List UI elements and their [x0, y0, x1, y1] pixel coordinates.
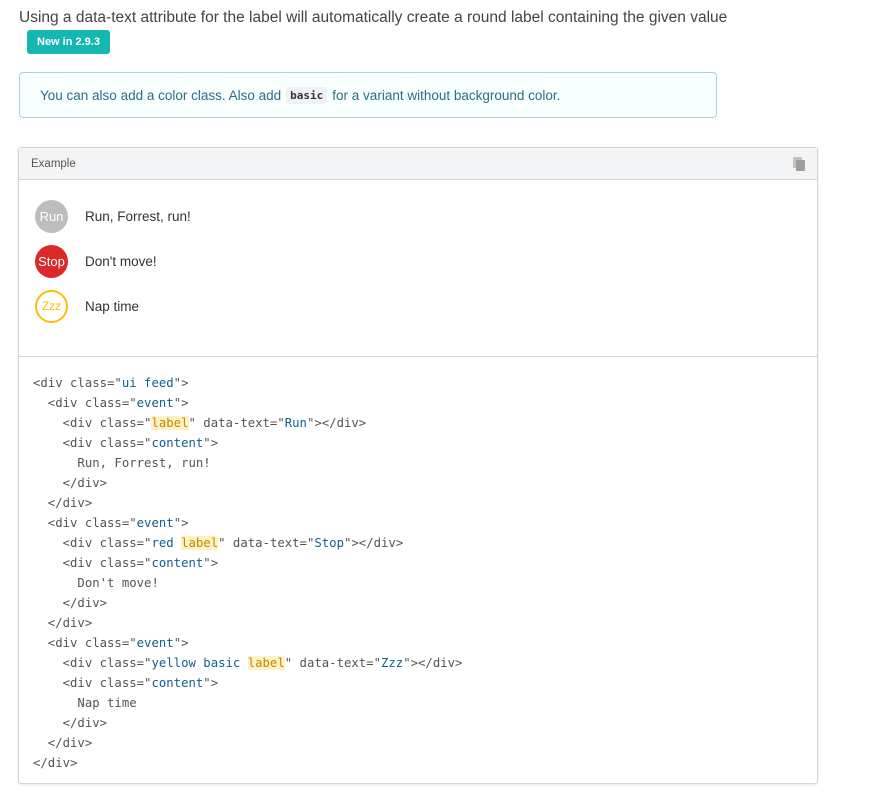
code-token: " data-text=" [188, 416, 285, 430]
code-token: Run, Forrest, run! [33, 456, 211, 470]
code-token: "></div> [344, 536, 404, 550]
feed-preview: Run Run, Forrest, run! Stop Don't move! … [19, 180, 817, 357]
code-token: "> [203, 676, 219, 690]
code-line: </div> [33, 713, 817, 733]
event-content-run: Run, Forrest, run! [85, 209, 191, 224]
code-line: <div class="event"> [33, 633, 817, 653]
code-line: <div class="label" data-text="Run"></div… [33, 413, 817, 433]
code-line: <div class="yellow basic label" data-tex… [33, 653, 817, 673]
feed-event-zzz: Zzz Nap time [35, 290, 139, 323]
code-block: <div class="ui feed"> <div class="event"… [19, 357, 817, 773]
code-line: </div> [33, 733, 817, 753]
code-token: Nap time [33, 696, 137, 710]
code-highlight: label [247, 656, 285, 670]
code-line: <div class="content"> [33, 673, 817, 693]
code-line: </div> [33, 753, 817, 773]
example-segment: Example Run Run, Forrest, run! Stop Don'… [18, 147, 818, 784]
code-line: <div class="red label" data-text="Stop">… [33, 533, 817, 553]
feed-event-run: Run Run, Forrest, run! [35, 200, 191, 233]
code-token: </div> [33, 716, 108, 730]
code-token: </div> [33, 476, 108, 490]
code-token: <div class=" [33, 376, 122, 390]
code-token: </div> [33, 496, 93, 510]
intro-text: Using a data-text attribute for the labe… [19, 9, 728, 26]
code-line: <div class="event"> [33, 393, 817, 413]
code-token: "> [203, 436, 219, 450]
code-token: "></div> [306, 416, 367, 430]
code-token: event [136, 516, 174, 530]
code-highlight: label [151, 416, 189, 430]
example-header: Example [19, 148, 817, 180]
code-token: <div class=" [33, 636, 137, 650]
code-token: "> [173, 396, 189, 410]
code-token: "> [173, 516, 189, 530]
code-token: <div class=" [33, 536, 152, 550]
code-token: </div> [33, 596, 108, 610]
code-token: </div> [33, 616, 93, 630]
code-token: content [151, 556, 204, 570]
code-token: <div class=" [33, 676, 152, 690]
version-badge: New in 2.9.3 [27, 30, 110, 54]
info-message: You can also add a color class. Also add… [19, 72, 717, 118]
code-line: </div> [33, 613, 817, 633]
code-line: <div class="content"> [33, 433, 817, 453]
code-token: <div class=" [33, 556, 152, 570]
event-content-zzz: Nap time [85, 299, 140, 314]
code-line: <div class="ui feed"> [33, 373, 817, 393]
code-token: <div class=" [33, 656, 152, 670]
code-highlight: label [181, 536, 219, 550]
code-line: </div> [33, 493, 817, 513]
code-token: <div class=" [33, 436, 152, 450]
note-code: basic [286, 86, 328, 104]
code-line: </div> [33, 473, 817, 493]
code-line: Run, Forrest, run! [33, 453, 817, 473]
code-line: <div class="event"> [33, 513, 817, 533]
code-token: content [151, 436, 204, 450]
code-token: "> [173, 636, 189, 650]
code-token: </div> [33, 756, 78, 770]
code-token: <div class=" [33, 416, 152, 430]
code-token: " data-text=" [218, 536, 315, 550]
example-title: Example [31, 157, 76, 170]
code-token: event [136, 636, 174, 650]
intro-paragraph: Using a data-text attribute for the labe… [19, 6, 729, 54]
code-token: Don't move! [33, 576, 159, 590]
code-token: </div> [33, 736, 93, 750]
code-line: </div> [33, 593, 817, 613]
code-token: yellow basic [151, 656, 248, 670]
code-line: Nap time [33, 693, 817, 713]
round-label-zzz: Zzz [35, 290, 68, 323]
code-token: ui feed [121, 376, 174, 390]
code-token: Stop [314, 536, 344, 550]
feed-event-stop: Stop Don't move! [35, 245, 157, 278]
code-token: "> [203, 556, 219, 570]
code-token: content [151, 676, 204, 690]
copy-icon[interactable] [793, 156, 805, 171]
event-content-stop: Don't move! [85, 254, 157, 269]
code-token: "> [173, 376, 189, 390]
code-token: " data-text=" [284, 656, 381, 670]
code-line: <div class="content"> [33, 553, 817, 573]
code-token: red [151, 536, 182, 550]
note-text-before: You can also add a color class. Also add [40, 87, 282, 103]
code-token: <div class=" [33, 396, 137, 410]
code-token: event [136, 396, 174, 410]
round-label-run: Run [35, 200, 68, 233]
round-label-stop: Stop [35, 245, 68, 278]
code-token: Zzz [381, 656, 404, 670]
code-token: <div class=" [33, 516, 137, 530]
code-token: Run [284, 416, 307, 430]
note-text-after: for a variant without background color. [332, 87, 561, 103]
code-token: "></div> [403, 656, 463, 670]
code-line: Don't move! [33, 573, 817, 593]
